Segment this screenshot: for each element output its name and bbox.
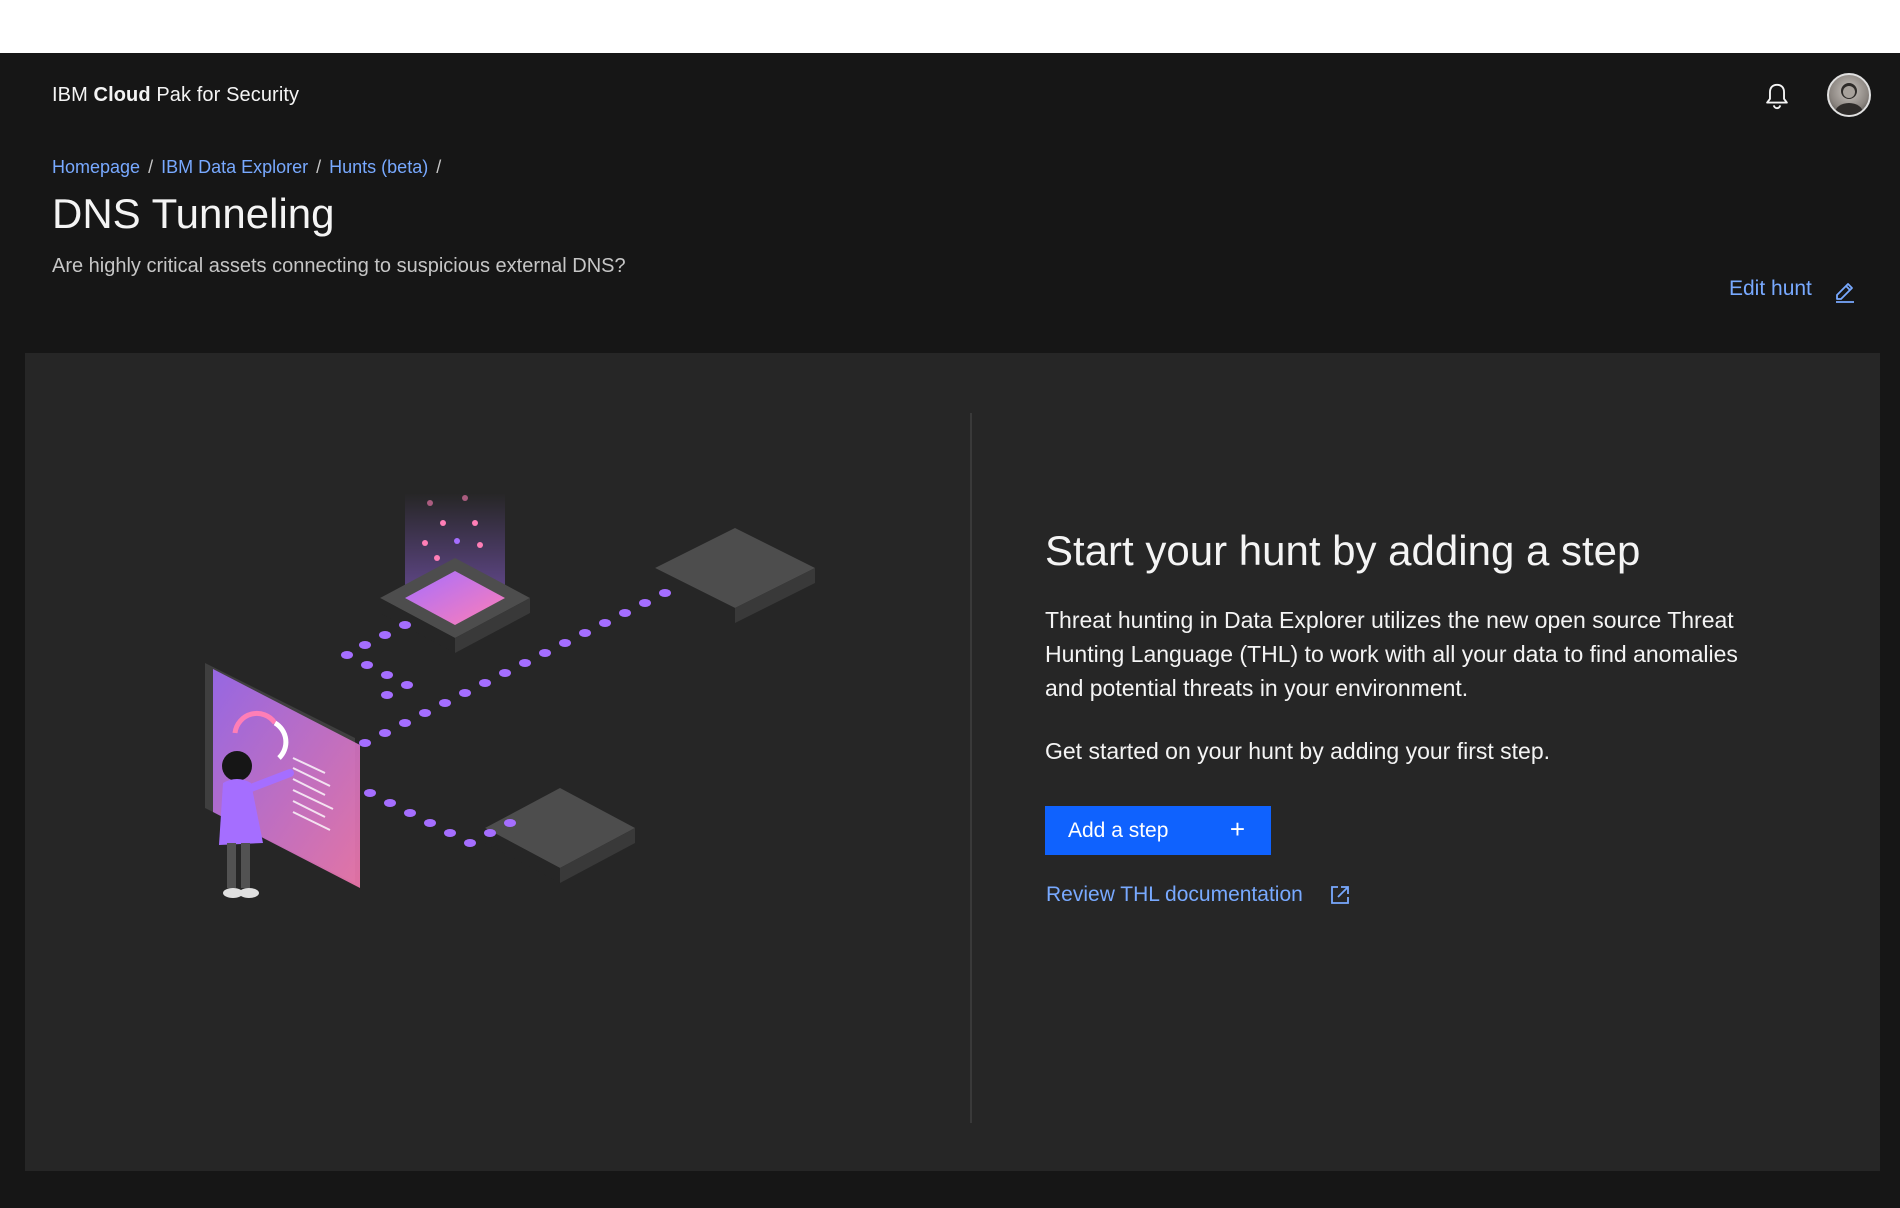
breadcrumb-data-explorer[interactable]: IBM Data Explorer xyxy=(161,157,308,177)
breadcrumb-hunts[interactable]: Hunts (beta) xyxy=(329,157,428,177)
edit-icon xyxy=(1836,283,1854,303)
plus-icon: + xyxy=(1229,814,1245,844)
edit-hunt-link[interactable]: Edit hunt xyxy=(1729,277,1854,303)
breadcrumb-separator: / xyxy=(148,157,154,177)
breadcrumb-separator: / xyxy=(316,157,322,177)
bell-icon[interactable] xyxy=(1762,81,1792,111)
brand-suffix: Pak for Security xyxy=(156,84,300,106)
breadcrumb: Homepage / IBM Data Explorer / Hunts (beta) / xyxy=(52,157,449,178)
active-node-tile xyxy=(380,493,530,653)
add-step-button[interactable]: Add a step + xyxy=(1045,806,1271,855)
page-subtitle: Are highly critical assets connecting to… xyxy=(52,255,626,277)
footer-strip xyxy=(0,1171,1900,1208)
connection-dots xyxy=(341,589,671,847)
thl-documentation-link[interactable]: Review THL documentation xyxy=(1046,883,1349,907)
node-tile xyxy=(655,528,815,623)
empty-state-panel: Start your hunt by adding a step Threat … xyxy=(25,353,1880,1171)
brand-prefix: IBM xyxy=(52,84,88,106)
brand-bold: Cloud xyxy=(93,84,151,106)
thl-documentation-label: Review THL documentation xyxy=(1046,883,1303,906)
empty-state-description: Threat hunting in Data Explorer utilizes… xyxy=(1045,607,1738,701)
page-title: DNS Tunneling xyxy=(52,190,335,237)
launch-icon xyxy=(1331,886,1349,904)
panel-divider xyxy=(970,413,972,1123)
top-header: IBM Cloud Pak for Security xyxy=(0,53,1900,139)
product-name[interactable]: IBM Cloud Pak for Security xyxy=(52,84,299,107)
breadcrumb-homepage[interactable]: Homepage xyxy=(52,157,140,177)
avatar-silhouette-icon xyxy=(1835,83,1863,115)
app-shell: IBM Cloud Pak for Security Homepage / IBM … xyxy=(0,53,1900,1208)
add-step-label: Add a step xyxy=(1068,818,1169,842)
user-avatar[interactable] xyxy=(1827,73,1871,117)
edit-hunt-label: Edit hunt xyxy=(1729,277,1812,300)
empty-state-instruction: Get started on your hunt by adding your … xyxy=(1045,738,1551,764)
node-tile xyxy=(485,788,635,883)
hunt-illustration xyxy=(205,493,815,898)
breadcrumb-separator: / xyxy=(436,157,442,177)
empty-state-title: Start your hunt by adding a step xyxy=(1045,527,1641,574)
